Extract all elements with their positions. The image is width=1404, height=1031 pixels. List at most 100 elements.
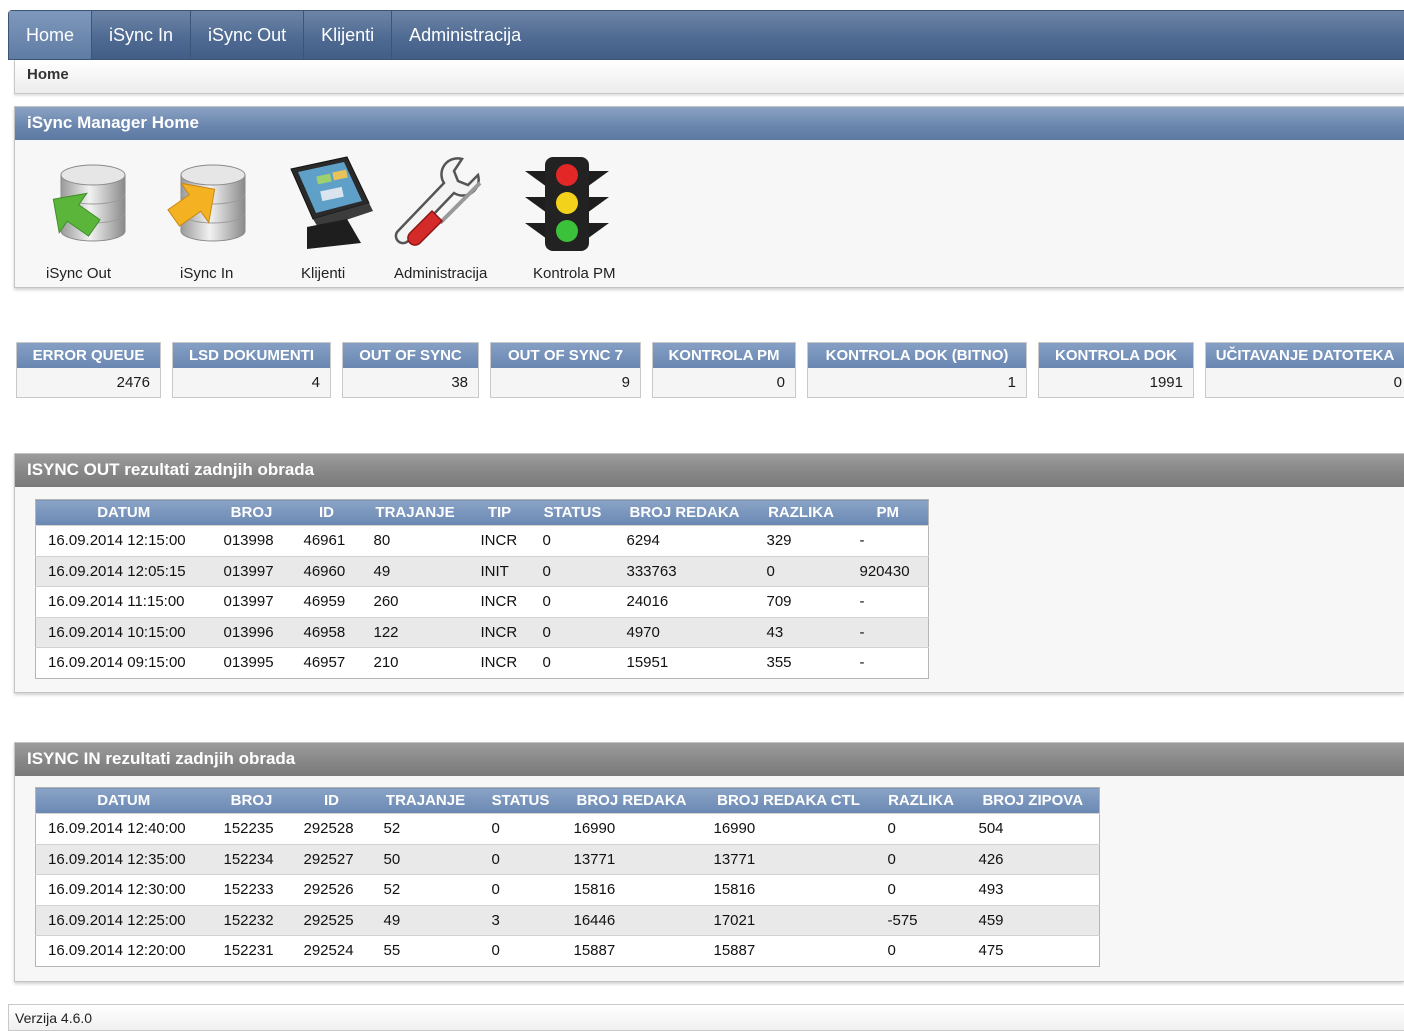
database-import-icon — [167, 164, 246, 242]
table-cell: 709 — [754, 586, 848, 617]
table-cell: 46960 — [291, 555, 362, 587]
table-cell: 4970 — [614, 616, 755, 648]
column-header[interactable]: BROJ — [211, 499, 292, 526]
column-header[interactable]: BROJ — [211, 787, 292, 814]
isync-out-title: ISYNC OUT rezultati zadnjih obrada — [15, 454, 1404, 487]
table-cell: -575 — [875, 904, 967, 936]
table-cell: 15887 — [701, 935, 876, 966]
table-cell: 0 — [530, 647, 615, 678]
stat-label: OUT OF SYNC — [343, 343, 478, 368]
column-header[interactable]: TRAJANJE — [361, 499, 469, 526]
column-header[interactable]: ID — [291, 787, 372, 814]
stat-out-of-sync[interactable]: OUT OF SYNC 38 — [342, 342, 479, 398]
table-cell: - — [847, 586, 929, 617]
table-cell: INIT — [468, 555, 531, 587]
table-cell: INCR — [468, 616, 531, 648]
table-cell: 504 — [966, 813, 1100, 844]
column-header[interactable]: BROJ REDAKA CTL — [701, 787, 876, 814]
table-cell: 52 — [371, 874, 480, 905]
column-header[interactable]: DATUM — [35, 787, 212, 814]
stat-label: ERROR QUEUE — [17, 343, 160, 368]
tab-isync-out[interactable]: iSync Out — [191, 11, 305, 59]
column-header[interactable]: TRAJANJE — [371, 787, 480, 814]
stat-label: OUT OF SYNC 7 — [491, 343, 640, 368]
table-cell: 013997 — [211, 586, 292, 617]
column-header[interactable]: BROJ ZIPOVA — [966, 787, 1100, 814]
table-cell: 80 — [361, 525, 469, 556]
stat-value: 38 — [451, 374, 468, 391]
table-cell: 0 — [875, 843, 967, 875]
stat-out-of-sync-7[interactable]: OUT OF SYNC 7 9 — [490, 342, 641, 398]
table-cell: 152235 — [211, 813, 292, 844]
table-cell: 46957 — [291, 647, 362, 678]
table-cell: 16990 — [701, 813, 876, 844]
table-cell: 013998 — [211, 525, 292, 556]
table-cell: 16.09.2014 10:15:00 — [35, 616, 212, 648]
table-cell: 16.09.2014 12:35:00 — [35, 843, 212, 875]
column-header[interactable]: RAZLIKA — [875, 787, 967, 814]
home-link-label: Administracija — [394, 265, 488, 282]
stat-label: KONTROLA PM — [653, 343, 795, 368]
table-row: 16.09.2014 12:20:00 152231 292524 55 0 15887 1… — [35, 935, 1100, 966]
column-header[interactable]: BROJ REDAKA — [561, 787, 702, 814]
home-link-label: iSync Out — [46, 265, 112, 282]
table-cell: 16.09.2014 12:25:00 — [35, 904, 212, 936]
column-header[interactable]: ID — [291, 499, 362, 526]
stat-value: 0 — [776, 374, 785, 391]
home-link-kontrola-pm[interactable]: Kontrola PM — [515, 149, 616, 287]
home-link-administracija[interactable]: Administracija — [390, 149, 500, 287]
wrench-screwdriver-icon — [394, 157, 482, 246]
home-link-isync-out[interactable]: iSync Out — [37, 149, 147, 287]
column-header[interactable]: STATUS — [479, 787, 562, 814]
stat-kontrola-dok[interactable]: KONTROLA DOK 1991 — [1038, 342, 1194, 398]
stat-ucitavanje-datoteka[interactable]: UČITAVANJE DATOTEKA 0 — [1205, 342, 1404, 398]
isync-in-title: ISYNC IN rezultati zadnjih obrada — [15, 743, 1404, 776]
stat-lsd-dokumenti[interactable]: LSD DOKUMENTI 4 — [172, 342, 331, 398]
stat-label: LSD DOKUMENTI — [173, 343, 330, 368]
table-cell: 16990 — [561, 813, 702, 844]
table-row: 16.09.2014 10:15:00 013996 46958 122 INCR 0 49… — [35, 616, 929, 648]
stat-value: 1991 — [1149, 374, 1183, 391]
column-header[interactable]: STATUS — [530, 499, 615, 526]
stat-label: KONTROLA DOK — [1039, 343, 1193, 368]
table-cell: 920430 — [847, 555, 929, 587]
column-header[interactable]: PM — [847, 499, 929, 526]
column-header[interactable]: BROJ REDAKA — [614, 499, 755, 526]
table-cell: 49 — [361, 555, 469, 587]
stat-value: 4 — [311, 374, 320, 391]
column-header[interactable]: TIP — [468, 499, 531, 526]
table-cell: 152232 — [211, 904, 292, 936]
table-cell: INCR — [468, 525, 531, 556]
table-cell: 17021 — [701, 904, 876, 936]
table-cell: 292526 — [291, 874, 372, 905]
table-cell: 426 — [966, 843, 1100, 875]
table-cell: 16.09.2014 12:20:00 — [35, 935, 212, 966]
tab-klijenti[interactable]: Klijenti — [304, 11, 393, 59]
tab-isync-in[interactable]: iSync In — [92, 11, 192, 59]
home-link-isync-in[interactable]: iSync In — [155, 149, 265, 287]
isync-in-region: ISYNC IN rezultati zadnjih obrada DATUM … — [14, 742, 1404, 982]
stat-value: 1 — [1007, 374, 1016, 391]
stat-label: KONTROLA DOK (BITNO) — [808, 343, 1026, 368]
home-link-klijenti[interactable]: Klijenti — [277, 149, 377, 287]
column-header[interactable]: RAZLIKA — [754, 499, 848, 526]
table-cell: 333763 — [614, 555, 755, 587]
table-row: 16.09.2014 09:15:00 013995 46957 210 INCR 0 15… — [35, 647, 929, 678]
stat-kontrola-pm[interactable]: KONTROLA PM 0 — [652, 342, 796, 398]
table-cell: 0 — [479, 813, 562, 844]
table-cell: 292525 — [291, 904, 372, 936]
breadcrumb: Home — [14, 60, 1404, 94]
table-cell: 0 — [530, 555, 615, 587]
stat-kontrola-dok-bitno[interactable]: KONTROLA DOK (BITNO) 1 — [807, 342, 1027, 398]
stat-error-queue[interactable]: ERROR QUEUE 2476 — [16, 342, 161, 398]
tab-home[interactable]: Home — [9, 11, 93, 59]
tab-administracija[interactable]: Administracija — [392, 11, 538, 59]
column-header[interactable]: DATUM — [35, 499, 212, 526]
stat-value: 9 — [621, 374, 630, 391]
table-cell: INCR — [468, 586, 531, 617]
table-cell: 15816 — [701, 874, 876, 905]
table-row: 16.09.2014 12:05:15 013997 46960 49 INIT 0 333… — [35, 555, 929, 587]
traffic-light-icon — [525, 157, 609, 251]
table-cell: 46958 — [291, 616, 362, 648]
table-cell: 0 — [875, 874, 967, 905]
